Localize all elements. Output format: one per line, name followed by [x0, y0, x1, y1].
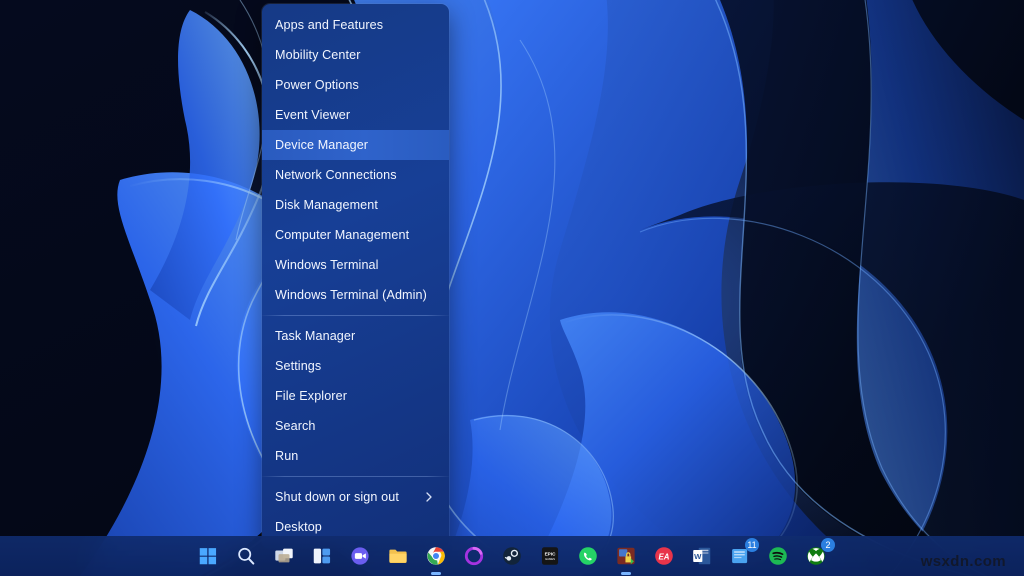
menu-item-shut-down-or-sign-out[interactable]: Shut down or sign out	[262, 482, 449, 512]
menu-item-label: Mobility Center	[275, 40, 437, 70]
whatsapp-icon	[577, 545, 599, 567]
widgets-button[interactable]	[307, 541, 337, 571]
menu-item-run[interactable]: Run	[262, 441, 449, 471]
steam-button[interactable]	[497, 541, 527, 571]
spotify-button[interactable]	[763, 541, 793, 571]
folder-icon	[387, 545, 409, 567]
svg-text:GAMES: GAMES	[545, 557, 555, 561]
menu-item-label: Search	[275, 411, 437, 441]
menu-item-network-connections[interactable]: Network Connections	[262, 160, 449, 190]
menu-item-windows-terminal-admin[interactable]: Windows Terminal (Admin)	[262, 280, 449, 310]
menu-separator	[262, 476, 449, 477]
ring-app-button[interactable]	[459, 541, 489, 571]
menu-item-disk-management[interactable]: Disk Management	[262, 190, 449, 220]
xbox-button[interactable]: 2	[801, 541, 831, 571]
svg-text:EA: EA	[659, 552, 670, 561]
epic-games-button[interactable]: EPICGAMES	[535, 541, 565, 571]
notification-badge: 11	[745, 538, 759, 552]
menu-item-label: File Explorer	[275, 381, 437, 411]
start-button[interactable]	[193, 541, 223, 571]
chevron-right-icon	[423, 491, 435, 503]
ea-icon: EA	[653, 545, 675, 567]
desktop: Apps and FeaturesMobility CenterPower Op…	[0, 0, 1024, 576]
purple-ring-icon	[463, 545, 485, 567]
task-view-button[interactable]	[269, 541, 299, 571]
menu-item-label: Power Options	[275, 70, 437, 100]
svg-text:W: W	[694, 552, 702, 561]
menu-item-task-manager[interactable]: Task Manager	[262, 321, 449, 351]
menu-item-label: Windows Terminal	[275, 250, 437, 280]
steam-icon	[501, 545, 523, 567]
file-explorer-button[interactable]	[383, 541, 413, 571]
whatsapp-button[interactable]	[573, 541, 603, 571]
menu-item-event-viewer[interactable]: Event Viewer	[262, 100, 449, 130]
menu-item-label: Computer Management	[275, 220, 437, 250]
menu-item-file-explorer[interactable]: File Explorer	[262, 381, 449, 411]
menu-item-computer-management[interactable]: Computer Management	[262, 220, 449, 250]
menu-item-label: Apps and Features	[275, 10, 437, 40]
task-view-icon	[273, 545, 295, 567]
menu-item-settings[interactable]: Settings	[262, 351, 449, 381]
menu-item-power-options[interactable]: Power Options	[262, 70, 449, 100]
word-button[interactable]: W	[687, 541, 717, 571]
win-x-context-menu[interactable]: Apps and FeaturesMobility CenterPower Op…	[262, 4, 449, 549]
menu-item-label: Shut down or sign out	[275, 482, 423, 512]
running-indicator	[621, 572, 631, 575]
menu-item-apps-and-features[interactable]: Apps and Features	[262, 10, 449, 40]
spotify-icon	[767, 545, 789, 567]
wallpaper-artwork	[0, 0, 1024, 576]
taskbar[interactable]: EPICGAMES EA W 11 2	[0, 536, 1024, 576]
menu-item-label: Run	[275, 441, 437, 471]
menu-item-search[interactable]: Search	[262, 411, 449, 441]
running-indicator	[431, 572, 441, 575]
menu-item-device-manager[interactable]: Device Manager	[262, 130, 449, 160]
windows-logo-icon	[197, 545, 219, 567]
menu-item-label: Settings	[275, 351, 437, 381]
mail-button[interactable]: 11	[725, 541, 755, 571]
security-app-button[interactable]	[611, 541, 641, 571]
search-button[interactable]	[231, 541, 261, 571]
notification-badge: 2	[821, 538, 835, 552]
menu-item-label: Task Manager	[275, 321, 437, 351]
chrome-button[interactable]	[421, 541, 451, 571]
menu-separator	[262, 315, 449, 316]
menu-item-label: Event Viewer	[275, 100, 437, 130]
chrome-icon	[425, 545, 447, 567]
menu-item-label: Disk Management	[275, 190, 437, 220]
lock-shield-icon	[615, 545, 637, 567]
epic-games-icon: EPICGAMES	[539, 545, 561, 567]
menu-item-label: Device Manager	[275, 130, 437, 160]
menu-item-mobility-center[interactable]: Mobility Center	[262, 40, 449, 70]
search-icon	[235, 545, 257, 567]
menu-item-label: Windows Terminal (Admin)	[275, 280, 437, 310]
ea-app-button[interactable]: EA	[649, 541, 679, 571]
widgets-icon	[311, 545, 333, 567]
desktop-wallpaper	[0, 0, 1024, 576]
chat-camera-icon	[349, 545, 371, 567]
chat-button[interactable]	[345, 541, 375, 571]
menu-item-windows-terminal[interactable]: Windows Terminal	[262, 250, 449, 280]
svg-text:EPIC: EPIC	[545, 552, 557, 557]
menu-item-label: Network Connections	[275, 160, 437, 190]
word-icon: W	[691, 545, 713, 567]
